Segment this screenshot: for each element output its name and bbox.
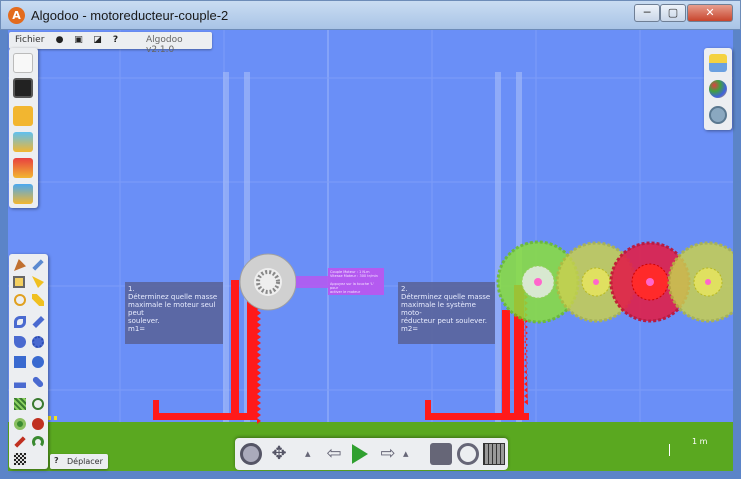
hinge-icon[interactable] xyxy=(32,436,44,448)
redo-icon[interactable]: ⇨ xyxy=(377,443,399,465)
scene-graphics xyxy=(8,30,733,471)
options-icon[interactable] xyxy=(709,54,727,72)
pan-icon[interactable]: ✥ xyxy=(268,443,290,465)
open-scene-icon[interactable] xyxy=(13,132,33,152)
rotate-icon[interactable] xyxy=(14,294,26,306)
window-title: Algodoo - motoreducteur-couple-2 xyxy=(31,8,229,23)
texture-icon[interactable] xyxy=(14,453,26,465)
spring-icon[interactable] xyxy=(32,315,45,329)
zoom-world-icon[interactable] xyxy=(709,106,727,124)
note-question-1[interactable]: 1. Déterminez quelle masse maximale le m… xyxy=(125,282,223,344)
scene-icon[interactable]: ▣ xyxy=(73,35,84,46)
circle-icon[interactable] xyxy=(32,356,44,368)
screen-icon[interactable]: ◪ xyxy=(92,35,103,46)
menu-bar: Fichier ● ▣ ◪ ? Algodoo v2.1.0 xyxy=(9,32,212,55)
motor-disc[interactable] xyxy=(239,253,297,311)
scale-icon[interactable] xyxy=(32,294,44,306)
note-text: 2. Déterminez quelle masse maximale le s… xyxy=(401,285,491,333)
scale-label: 1 m xyxy=(692,437,708,446)
follow-icon[interactable] xyxy=(457,443,479,465)
tracer-icon[interactable] xyxy=(14,418,26,430)
gear-icon[interactable] xyxy=(32,336,44,348)
record-icon[interactable]: ● xyxy=(54,35,65,46)
thruster-icon[interactable] xyxy=(32,418,44,430)
new-file-icon[interactable] xyxy=(13,53,33,73)
redo-small-icon[interactable]: ▴ xyxy=(403,443,413,465)
camera-icon[interactable] xyxy=(430,443,452,465)
plane-icon[interactable] xyxy=(14,376,26,388)
grid xyxy=(8,30,733,471)
save-folder-icon[interactable] xyxy=(13,184,33,204)
play-icon[interactable] xyxy=(352,444,368,464)
chain-icon[interactable] xyxy=(14,398,26,410)
help-icon[interactable]: ? xyxy=(110,35,121,46)
rope-icon[interactable] xyxy=(14,316,26,328)
note-text: 1. Déterminez quelle masse maximale le m… xyxy=(128,285,218,333)
move-icon[interactable] xyxy=(13,276,25,288)
simulation-canvas[interactable] xyxy=(8,30,733,471)
knife-icon[interactable] xyxy=(14,336,26,348)
motor-info-text: Couple Moteur : 1 N.m Vitesse Moteur : 3… xyxy=(330,270,378,294)
play-bar: ✥ ▴ ⇦ ⇨ ▴ xyxy=(235,438,508,470)
brush-icon[interactable] xyxy=(32,259,44,271)
right-toolbar xyxy=(704,48,732,130)
title-bar: A Algodoo - motoreducteur-couple-2 ─ ▢ ✕ xyxy=(0,0,741,30)
marker xyxy=(54,416,57,420)
file-toolbar xyxy=(9,48,38,208)
tool-help[interactable]: ? Déplacer xyxy=(50,454,108,469)
browse-icon[interactable] xyxy=(13,158,33,178)
grid-icon[interactable] xyxy=(483,443,505,465)
save-icon[interactable] xyxy=(13,78,33,98)
sketch-icon[interactable] xyxy=(14,259,26,271)
maximize-button[interactable]: ▢ xyxy=(660,4,686,22)
close-button[interactable]: ✕ xyxy=(687,4,733,22)
marker xyxy=(48,416,51,420)
palette-icon[interactable] xyxy=(709,80,727,98)
gear-train[interactable] xyxy=(496,240,733,324)
drag-icon[interactable] xyxy=(32,276,44,288)
undo-small-icon[interactable]: ▴ xyxy=(305,443,315,465)
open-folder-icon[interactable] xyxy=(13,106,33,126)
minimize-button[interactable]: ─ xyxy=(634,4,660,22)
zoom-icon[interactable] xyxy=(240,443,262,465)
laser-icon[interactable] xyxy=(14,436,26,448)
motor-info-box[interactable]: Couple Moteur : 1 N.m Vitesse Moteur : 3… xyxy=(328,268,384,295)
current-tool-label: Déplacer xyxy=(67,457,103,466)
rail-left-1 xyxy=(223,72,229,422)
box-icon[interactable] xyxy=(14,356,26,368)
fixate-icon[interactable] xyxy=(31,375,45,389)
undo-icon[interactable]: ⇦ xyxy=(323,443,345,465)
rail-right-1 xyxy=(495,72,501,422)
scale-bar xyxy=(669,444,670,456)
algodoo-logo-icon: A xyxy=(8,7,25,24)
note-question-2[interactable]: 2. Déterminez quelle masse maximale le s… xyxy=(398,282,495,344)
version-label: Algodoo v2.1.0 xyxy=(146,35,183,55)
tools-toolbar xyxy=(9,254,48,469)
eraser-icon[interactable] xyxy=(32,398,44,410)
help-question: ? xyxy=(54,456,59,465)
menu-fichier[interactable]: Fichier xyxy=(15,35,44,45)
